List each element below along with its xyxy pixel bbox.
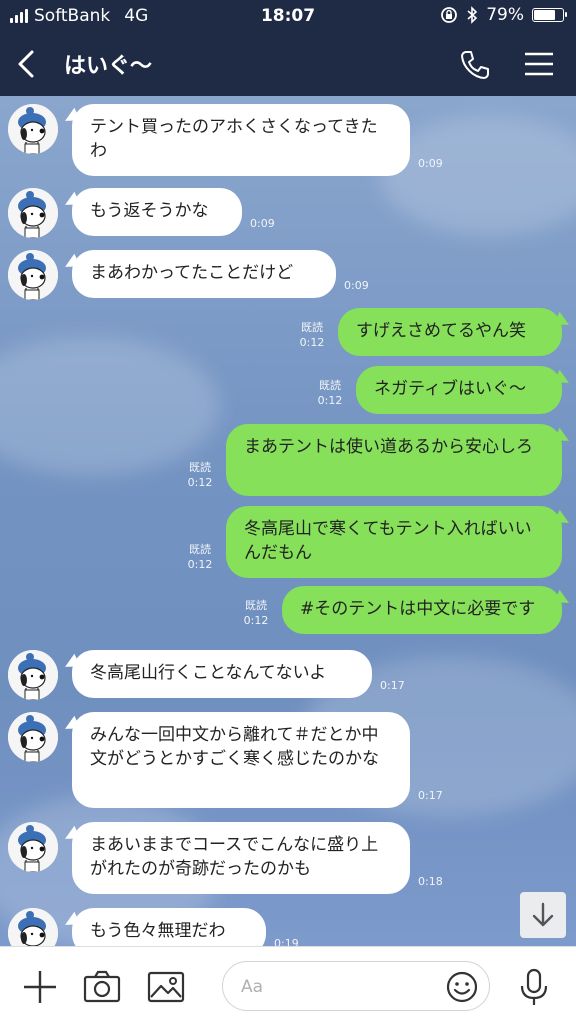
message-row: みんな一回中文から離れて＃だとか中文がどうとかすごく寒く感じたのかな 0:17	[0, 712, 576, 808]
status-bar: SoftBank 4G 18:07 79%	[0, 0, 576, 32]
incoming-message-bubble[interactable]: もう返そうかな	[72, 188, 242, 236]
message-time: 0:09	[250, 217, 275, 230]
incoming-message-bubble[interactable]: テント買ったのアホくさくなってきたわ	[72, 104, 410, 176]
message-time: 0:12	[317, 394, 343, 407]
message-row: すげえさめてるやん笑 既読 0:12	[0, 308, 576, 356]
battery-fill	[534, 10, 555, 20]
camera-icon[interactable]	[82, 967, 122, 1007]
incoming-message-bubble[interactable]: もう色々無理だわ	[72, 908, 266, 946]
avatar[interactable]	[8, 104, 58, 154]
battery-icon	[532, 8, 567, 22]
message-time: 0:12	[243, 614, 269, 627]
message-meta: 既読 0:12	[182, 460, 218, 490]
avatar[interactable]	[8, 188, 58, 238]
read-receipt: 既読	[189, 543, 211, 556]
outgoing-message-bubble[interactable]: すげえさめてるやん笑	[338, 308, 562, 356]
outgoing-message-bubble[interactable]: #そのテントは中文に必要です	[282, 586, 562, 634]
message-time: 0:18	[418, 875, 443, 888]
status-right: 79%	[440, 5, 567, 25]
message-time: 0:09	[344, 279, 369, 292]
incoming-message-bubble[interactable]: みんな一回中文から離れて＃だとか中文がどうとかすごく寒く感じたのかな	[72, 712, 410, 808]
message-time: 0:17	[418, 789, 443, 802]
message-meta: 既読 0:12	[238, 598, 274, 628]
message-time: 0:12	[187, 558, 213, 571]
phone-icon[interactable]	[458, 48, 492, 82]
outgoing-message-bubble[interactable]: 冬高尾山で寒くてもテント入ればいいんだもん	[226, 506, 562, 578]
message-list[interactable]: テント買ったのアホくさくなってきたわ 0:09 もう返そうかな 0:09 まあわかってた…	[0, 96, 576, 946]
hamburger-menu-icon[interactable]	[522, 50, 556, 78]
battery-percent: 79%	[486, 5, 524, 25]
message-row: #そのテントは中文に必要です 既読 0:12	[0, 586, 576, 634]
read-receipt: 既読	[189, 461, 211, 474]
avatar[interactable]	[8, 712, 58, 762]
arrow-down-icon	[532, 902, 554, 927]
chat-header: はいぐ〜	[0, 32, 576, 96]
message-row: テント買ったのアホくさくなってきたわ 0:09	[0, 104, 576, 176]
read-receipt: 既読	[319, 379, 341, 392]
smiley-icon[interactable]	[445, 970, 479, 1004]
message-row: もう返そうかな 0:09	[0, 188, 576, 238]
avatar[interactable]	[8, 250, 58, 300]
message-row: もう色々無理だわ 0:19	[0, 908, 576, 946]
message-time: 0:17	[380, 679, 405, 692]
avatar[interactable]	[8, 908, 58, 946]
message-time: 0:09	[418, 157, 443, 170]
avatar[interactable]	[8, 650, 58, 700]
avatar[interactable]	[8, 822, 58, 872]
message-meta: 既読 0:12	[312, 378, 348, 408]
message-meta: 既読 0:12	[182, 542, 218, 572]
chevron-left-icon[interactable]	[10, 46, 46, 82]
incoming-message-bubble[interactable]: まあいままでコースでこんなに盛り上がれたのが奇跡だったのかも	[72, 822, 410, 894]
message-time: 0:12	[187, 476, 213, 489]
message-row: まあテントは使い道あるから安心しろ既読 0:12	[0, 424, 576, 496]
message-meta: 既読 0:12	[294, 320, 330, 350]
image-icon[interactable]	[146, 967, 186, 1007]
chat-title: はいぐ〜	[64, 54, 153, 79]
message-input[interactable]	[222, 961, 490, 1011]
message-input-bar	[0, 946, 576, 1024]
incoming-message-bubble[interactable]: 冬高尾山行くことなんてないよ	[72, 650, 372, 698]
plus-icon[interactable]	[20, 967, 60, 1007]
message-text-field[interactable]	[241, 974, 441, 1000]
outgoing-message-bubble[interactable]: まあテントは使い道あるから安心しろ	[226, 424, 562, 496]
outgoing-message-bubble[interactable]: ネガティブはいぐ〜	[356, 366, 562, 414]
read-receipt: 既読	[245, 599, 267, 612]
microphone-icon[interactable]	[514, 967, 554, 1007]
incoming-message-bubble[interactable]: まあわかってたことだけど	[72, 250, 336, 298]
message-time: 0:12	[299, 336, 325, 349]
rotation-lock-icon	[441, 7, 458, 23]
scroll-to-bottom-button[interactable]	[520, 892, 566, 938]
message-row: まあいままでコースでこんなに盛り上がれたのが奇跡だったのかも 0:18	[0, 822, 576, 894]
message-time: 0:19	[274, 937, 299, 946]
message-row: ネガティブはいぐ〜 既読 0:12	[0, 366, 576, 414]
message-row: 冬高尾山で寒くてもテント入ればいいんだもん既読 0:12	[0, 506, 576, 578]
bluetooth-icon	[467, 6, 478, 24]
message-row: 冬高尾山行くことなんてないよ 0:17	[0, 650, 576, 700]
message-row: まあわかってたことだけど 0:09	[0, 250, 576, 300]
read-receipt: 既読	[301, 321, 323, 334]
